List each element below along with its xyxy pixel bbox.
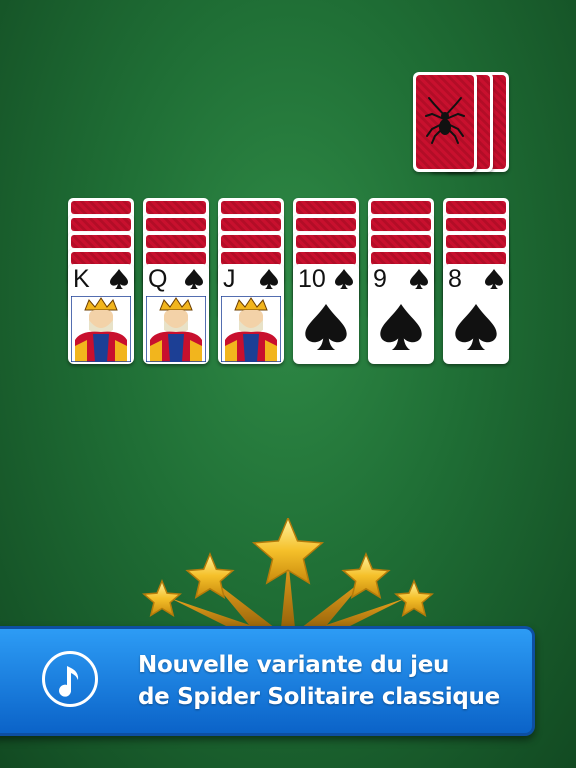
jack-portrait — [221, 296, 281, 362]
tableau: K Q J 10 9 8 — [68, 198, 509, 368]
spade-suit-icon — [185, 269, 203, 289]
star-icon — [142, 579, 182, 617]
face-up-card[interactable]: K — [68, 264, 134, 364]
banner-line-1: Nouvelle variante du jeu — [138, 652, 450, 678]
card-rank: J — [223, 265, 236, 293]
spade-pip-icon — [380, 304, 422, 350]
card-rank: 8 — [448, 265, 462, 293]
card-rank: 10 — [298, 265, 326, 293]
spade-suit-icon — [110, 269, 128, 289]
queen-portrait — [146, 296, 206, 362]
tableau-column[interactable]: K — [68, 198, 134, 368]
tableau-column[interactable]: 8 — [443, 198, 509, 368]
spade-suit-icon — [485, 269, 503, 289]
face-up-card[interactable]: 8 — [443, 264, 509, 364]
spade-suit-icon — [260, 269, 278, 289]
spider-icon — [425, 97, 465, 144]
face-up-card[interactable]: Q — [143, 264, 209, 364]
card-rank: 9 — [373, 265, 387, 293]
banner-line-2: de Spider Solitaire classique — [138, 684, 500, 710]
face-up-card[interactable]: 9 — [368, 264, 434, 364]
stock-pile[interactable] — [413, 72, 509, 174]
card-rank: K — [73, 265, 90, 293]
music-note-icon — [42, 651, 98, 707]
stars-decoration — [142, 518, 434, 638]
spade-suit-icon — [410, 269, 428, 289]
banner-text: Nouvelle variante du jeu de Spider Solit… — [138, 649, 508, 713]
tableau-column[interactable]: 9 — [368, 198, 434, 368]
face-up-card[interactable]: 10 — [293, 264, 359, 364]
star-icon — [394, 579, 434, 617]
card-rank: Q — [148, 265, 168, 293]
tableau-column[interactable]: Q — [143, 198, 209, 368]
spade-pip-icon — [455, 304, 497, 350]
face-up-card[interactable]: J — [218, 264, 284, 364]
spade-pip-icon — [305, 304, 347, 350]
king-portrait — [71, 296, 131, 362]
stock-card-back-top[interactable] — [413, 72, 477, 172]
tableau-column[interactable]: 10 — [293, 198, 359, 368]
tableau-column[interactable]: J — [218, 198, 284, 368]
promo-banner: Nouvelle variante du jeu de Spider Solit… — [0, 626, 535, 736]
spade-suit-icon — [335, 269, 353, 289]
